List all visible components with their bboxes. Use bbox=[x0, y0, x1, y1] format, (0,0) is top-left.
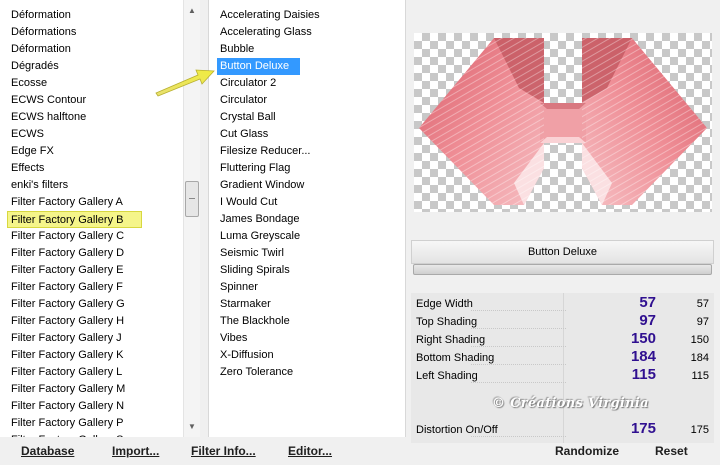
category-item[interactable]: Filter Factory Gallery F bbox=[0, 279, 183, 296]
filter-item[interactable]: Crystal Ball bbox=[209, 109, 405, 126]
filter-item[interactable]: Circulator bbox=[209, 92, 405, 109]
filter-name-label: Button Deluxe bbox=[411, 240, 714, 264]
category-item-selected[interactable]: Filter Factory Gallery B bbox=[7, 211, 142, 228]
database-button[interactable]: Database bbox=[21, 440, 74, 462]
param-number: 115 bbox=[691, 370, 709, 382]
param-label: Bottom Shading bbox=[416, 352, 495, 364]
param-label: Top Shading bbox=[416, 316, 478, 328]
param-row-left-shading[interactable]: Left Shading 115 115 bbox=[411, 366, 714, 386]
filter-item[interactable]: The Blackhole bbox=[209, 313, 405, 330]
import-button[interactable]: Import... bbox=[112, 440, 159, 462]
filter-item[interactable]: James Bondage bbox=[209, 211, 405, 228]
scrollbar-thumb[interactable] bbox=[185, 181, 199, 217]
grip-icon bbox=[189, 197, 195, 201]
filter-list: Accelerating Daisies Accelerating Glass Bu… bbox=[209, 7, 405, 381]
param-value: 175 bbox=[630, 420, 656, 437]
category-item[interactable]: Filter Factory Gallery K bbox=[0, 347, 183, 364]
scroll-down-icon[interactable]: ▼ bbox=[184, 418, 200, 435]
filter-item[interactable]: Starmaker bbox=[209, 296, 405, 313]
param-number: 150 bbox=[690, 334, 709, 346]
filter-item[interactable]: I Would Cut bbox=[209, 194, 405, 211]
param-slider[interactable] bbox=[471, 436, 566, 437]
param-slider[interactable] bbox=[471, 328, 566, 329]
category-item[interactable]: Filter Factory Gallery E bbox=[0, 262, 183, 279]
category-item[interactable]: Filter Factory Gallery A bbox=[0, 194, 183, 211]
param-number: 57 bbox=[696, 298, 709, 310]
param-label: Left Shading bbox=[416, 370, 478, 382]
filter-item[interactable]: Sliding Spirals bbox=[209, 262, 405, 279]
filter-item[interactable]: Vibes bbox=[209, 330, 405, 347]
param-label: Right Shading bbox=[416, 334, 486, 346]
param-number: 184 bbox=[690, 352, 709, 364]
filter-item[interactable]: Circulator 2 bbox=[209, 75, 405, 92]
filter-item[interactable]: X-Diffusion bbox=[209, 347, 405, 364]
category-item[interactable]: Filter Factory Gallery D bbox=[0, 245, 183, 262]
param-value: 97 bbox=[639, 312, 656, 329]
filter-item[interactable]: Fluttering Flag bbox=[209, 160, 405, 177]
category-item[interactable]: Déformation bbox=[0, 7, 183, 24]
param-value: 150 bbox=[630, 330, 656, 347]
filter-item-selected[interactable]: Button Deluxe bbox=[217, 58, 300, 75]
randomize-button[interactable]: Randomize bbox=[555, 440, 619, 462]
param-row-edge-width[interactable]: Edge Width 57 57 bbox=[411, 294, 714, 314]
param-row-right-shading[interactable]: Right Shading 150 150 bbox=[411, 330, 714, 350]
param-row-bottom-shading[interactable]: Bottom Shading 184 184 bbox=[411, 348, 714, 368]
category-item[interactable]: enki's filters bbox=[0, 177, 183, 194]
category-item[interactable]: Filter Factory Gallery M bbox=[0, 381, 183, 398]
category-item[interactable]: ECWS bbox=[0, 126, 183, 143]
param-row-distortion[interactable]: Distortion On/Off 175 175 bbox=[411, 420, 714, 440]
filter-list-panel: Accelerating Daisies Accelerating Glass Bu… bbox=[208, 0, 406, 437]
category-item[interactable]: Filter Factory Gallery P bbox=[0, 415, 183, 432]
param-number: 175 bbox=[690, 424, 709, 436]
param-row-top-shading[interactable]: Top Shading 97 97 bbox=[411, 312, 714, 332]
category-item[interactable]: Filter Factory Gallery L bbox=[0, 364, 183, 381]
filter-item[interactable]: Cut Glass bbox=[209, 126, 405, 143]
param-slider[interactable] bbox=[471, 346, 566, 347]
reset-button[interactable]: Reset bbox=[655, 440, 688, 462]
param-value: 115 bbox=[631, 366, 656, 383]
yellow-arrow-icon bbox=[155, 69, 215, 97]
category-item[interactable]: Déformations bbox=[0, 24, 183, 41]
parameter-panel: Edge Width 57 57 Top Shading 97 97 Right… bbox=[411, 293, 714, 443]
editor-button[interactable]: Editor... bbox=[288, 440, 332, 462]
param-number: 97 bbox=[696, 316, 709, 328]
filter-item[interactable]: Zero Tolerance bbox=[209, 364, 405, 381]
param-slider[interactable] bbox=[471, 382, 566, 383]
category-item[interactable]: Effects bbox=[0, 160, 183, 177]
filter-item[interactable]: Spinner bbox=[209, 279, 405, 296]
param-value: 184 bbox=[630, 348, 656, 365]
category-item[interactable]: Filter Factory Gallery N bbox=[0, 398, 183, 415]
category-item[interactable]: Filter Factory Gallery S bbox=[0, 432, 183, 437]
filter-item[interactable]: Luma Greyscale bbox=[209, 228, 405, 245]
filter-item[interactable]: Gradient Window bbox=[209, 177, 405, 194]
param-label: Edge Width bbox=[416, 298, 473, 310]
category-item[interactable]: Edge FX bbox=[0, 143, 183, 160]
filter-item[interactable]: Seismic Twirl bbox=[209, 245, 405, 262]
watermark: © Créations Virginia bbox=[492, 396, 649, 411]
param-slider[interactable] bbox=[471, 364, 566, 365]
filter-item[interactable]: Accelerating Glass bbox=[209, 24, 405, 41]
category-item[interactable]: Filter Factory Gallery C bbox=[0, 228, 183, 245]
progress-bar bbox=[413, 264, 712, 275]
category-item[interactable]: Déformation bbox=[0, 41, 183, 58]
bow-preview-image bbox=[419, 38, 707, 205]
category-item[interactable]: Filter Factory Gallery G bbox=[0, 296, 183, 313]
category-item[interactable]: Filter Factory Gallery H bbox=[0, 313, 183, 330]
filter-preview bbox=[414, 33, 712, 212]
filter-info-button[interactable]: Filter Info... bbox=[191, 440, 256, 462]
param-slider[interactable] bbox=[471, 310, 566, 311]
filter-item[interactable]: Accelerating Daisies bbox=[209, 7, 405, 24]
filter-item[interactable]: Filesize Reducer... bbox=[209, 143, 405, 160]
scroll-up-icon[interactable]: ▲ bbox=[184, 2, 200, 19]
filter-item[interactable]: Bubble bbox=[209, 41, 405, 58]
param-value: 57 bbox=[639, 294, 656, 311]
param-label: Distortion On/Off bbox=[416, 424, 498, 436]
category-item[interactable]: Filter Factory Gallery J bbox=[0, 330, 183, 347]
category-item[interactable]: ECWS halftone bbox=[0, 109, 183, 126]
